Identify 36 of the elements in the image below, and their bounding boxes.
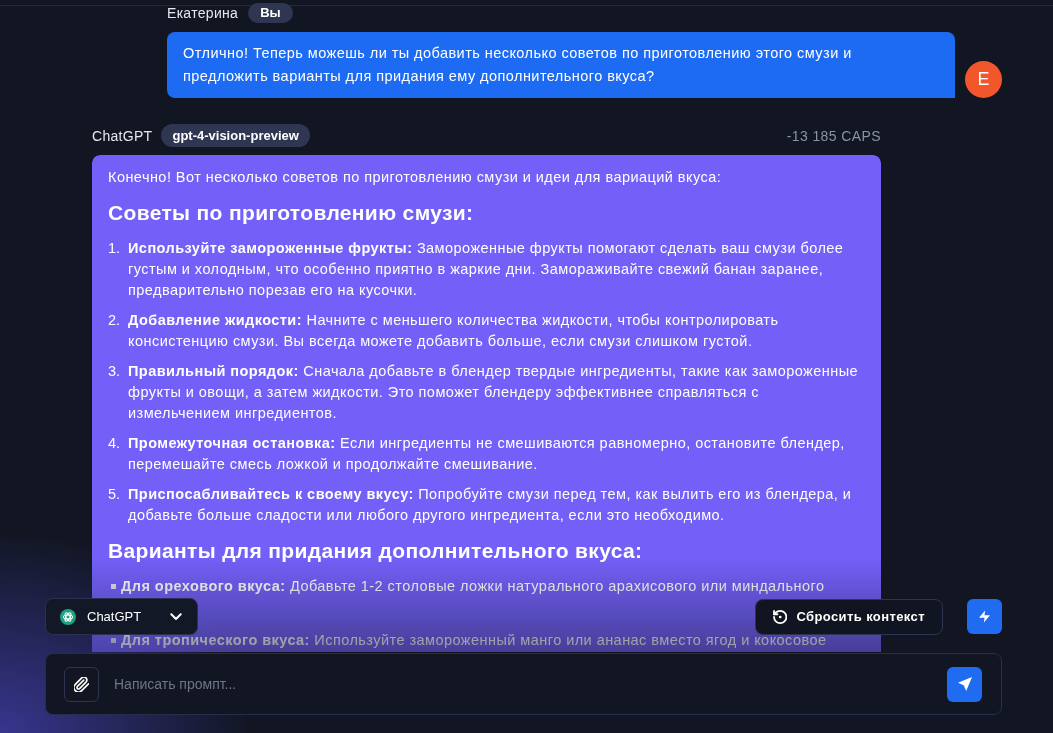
attach-button[interactable] bbox=[64, 666, 99, 702]
bullet-icon bbox=[111, 584, 116, 589]
section-heading: Варианты для придания дополнительного вкуса: bbox=[108, 538, 644, 564]
author-name: Екатерина bbox=[167, 5, 239, 21]
prompt-field[interactable]: Написать промпт... bbox=[45, 653, 1002, 715]
logo-icon bbox=[60, 608, 76, 625]
caps-counter: -13 185 CAPS bbox=[786, 127, 881, 144]
list-number: 4. bbox=[108, 434, 122, 453]
list-item-text: Правильный порядок: Сначала добавьте в блендер твердые ингредиенты, такие как замороженные фрукты и овощи, а затем жидкости. Это поможет блендеру эффективнее справляться с измельчением ингредиентов. bbox=[128, 362, 860, 423]
author-name: ChatGPT bbox=[92, 127, 153, 144]
list-item-text: Приспосабливайтесь к своему вкусу: Попробуйте смузи перед тем, как вылить его из блендера, и добавьте больше сладости или любого другого ингредиента, если это необходимо. bbox=[128, 485, 853, 525]
list-item-text: Для орехового вкуса: Добавьте 1-2 столовые ложки натурального арахисового или миндального bbox=[121, 577, 826, 596]
lightning-icon bbox=[979, 609, 990, 624]
model-badge: gpt-4-vision-preview bbox=[161, 124, 310, 147]
paper-plane-icon bbox=[957, 677, 972, 691]
list-item-text: Добавление жидкости: Начните с меньшего количества жидкости, чтобы контролировать консистенцию смузи. Вы всегда можете добавить больше, если смузи слишком густой. bbox=[128, 311, 780, 351]
list-number: 2. bbox=[108, 311, 122, 330]
list-item-text: Используйте замороженные фрукты: Замороженные фрукты помогают сделать ваш смузи более густым и холодным, что особенно приятно в жаркие дни. Замораживайте свежий банан заранее, предварительно порезав его на кусочки. bbox=[128, 239, 845, 300]
message-paragraph: Конечно! Вот несколько советов по приготовлению смузи и идеи для вариаций вкуса: bbox=[108, 168, 723, 187]
user-avatar: Е bbox=[965, 61, 1002, 98]
paperclip-icon bbox=[74, 676, 89, 692]
sender-badge: Вы bbox=[248, 3, 293, 23]
lightning-button[interactable] bbox=[967, 599, 1002, 634]
bullet-icon bbox=[111, 638, 116, 643]
model-selector[interactable]: ChatGPT bbox=[45, 598, 198, 635]
send-button[interactable] bbox=[947, 666, 982, 702]
reset-context-button[interactable]: Сбросить контекст bbox=[755, 598, 943, 635]
chevron-down-icon bbox=[170, 612, 182, 621]
list-number: 5. bbox=[108, 485, 122, 504]
section-heading: Советы по приготовлению смузи: bbox=[108, 200, 475, 226]
list-item-text: Промежуточная остановка: Если ингредиенты не смешиваются равномерно, остановите блендер, перемешайте смесь ложкой и продолжайте смешивание. bbox=[128, 434, 846, 474]
user-message: Отлично! Теперь можешь ли ты добавить несколько советов по приготовлению этого смузи и предложить варианты для придания ему дополнительного вкуса? bbox=[167, 32, 955, 98]
list-number: 3. bbox=[108, 362, 122, 381]
list-number: 1. bbox=[108, 239, 122, 258]
circular-arrow-icon bbox=[773, 608, 788, 625]
prompt-input[interactable]: Написать промпт... bbox=[114, 666, 932, 702]
